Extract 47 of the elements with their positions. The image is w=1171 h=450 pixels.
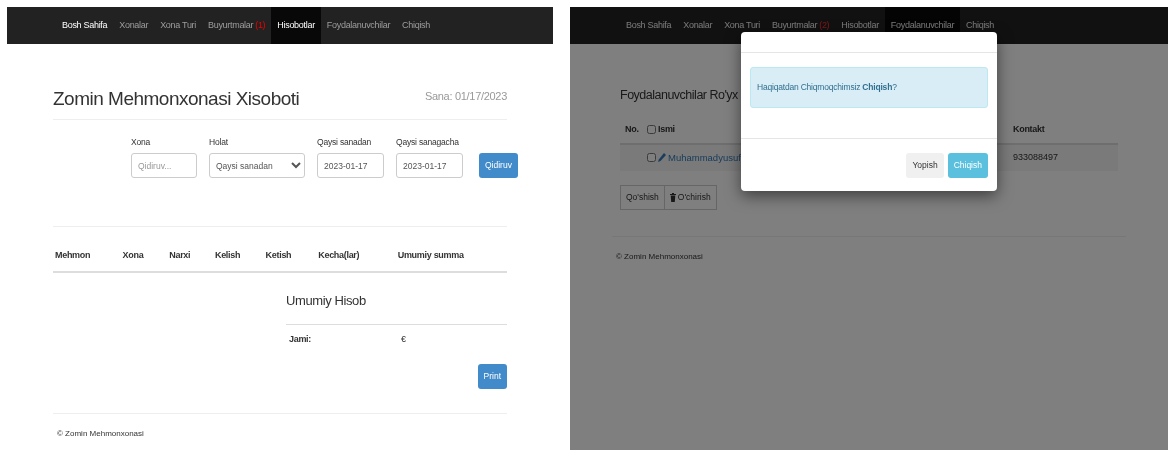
column-header: Ketish [265, 249, 293, 263]
footer-text: © Zomin Mehmonxonasi [616, 250, 704, 263]
nav-link[interactable]: Buyurtmalar (1) [202, 7, 272, 44]
select-field[interactable]: Qaysi sanadan [209, 153, 305, 179]
input-field[interactable]: Qidiruv... [131, 153, 197, 179]
column-header: Kontakt [1013, 123, 1046, 136]
checkbox[interactable] [647, 153, 656, 163]
column-header: Ismi [658, 123, 675, 136]
alert-message: Haqiqatdan Chiqmoqchimsiz Chiqish? [750, 67, 988, 108]
checkbox[interactable] [647, 125, 656, 135]
search-button[interactable]: Qidiruv [479, 153, 518, 179]
column-header: Narxi [169, 249, 192, 263]
page-title: Zomin Mehmonxonasi Xisoboti [53, 88, 300, 111]
nav-link[interactable]: Chiqish [396, 7, 436, 44]
nav-link[interactable]: Bosh Sahifa [620, 7, 678, 44]
nav-link[interactable]: Bosh Sahifa [56, 7, 114, 44]
date-field[interactable]: 2023-01-17 [396, 153, 463, 179]
column-header: Kecha(lar) [318, 249, 361, 263]
column-header: Umumiy summa [397, 249, 465, 263]
column-header: Xona [122, 249, 145, 263]
modal-button[interactable]: Yopish [906, 152, 944, 178]
nav-link[interactable]: Xona Turi [154, 7, 202, 44]
field-label: Qaysi sanadan [317, 135, 373, 149]
footer-text: © Zomin Mehmonxonasi [57, 427, 145, 440]
date-label: Sana: 01/17/2023 [424, 89, 507, 104]
user-link[interactable]: Muhammadyusuf [668, 150, 741, 165]
field-label: Holat [209, 135, 229, 149]
table-cell-text: 933088497 [1013, 150, 1059, 164]
nav-link[interactable]: Foydalanuvchilar [320, 7, 397, 44]
column-header: No. [625, 123, 640, 136]
nav-link[interactable]: Xonalar [113, 7, 155, 44]
field-label: Xona [131, 135, 152, 149]
action-button[interactable]: Qo'shish [620, 184, 665, 210]
field-label: Qaysi sanagacha [396, 135, 460, 149]
date-field[interactable]: 2023-01-17 [317, 153, 384, 179]
trash-icon [669, 192, 676, 202]
pencil-icon[interactable] [658, 153, 666, 163]
total-label: Jami: [289, 333, 312, 347]
nav-link[interactable]: Xonalar [677, 7, 719, 44]
summary-title: Umumiy Hisob [286, 290, 507, 326]
column-header: Kelish [214, 249, 242, 263]
total-value: € [401, 333, 406, 347]
column-header: Mehmon [55, 249, 92, 263]
action-button[interactable]: O'chirish [664, 184, 717, 210]
nav-link[interactable]: Hisobotlar [271, 7, 321, 44]
print-button[interactable]: Print [477, 363, 507, 389]
page-title: Foydalanuvchilar Ro'yx [620, 88, 739, 103]
